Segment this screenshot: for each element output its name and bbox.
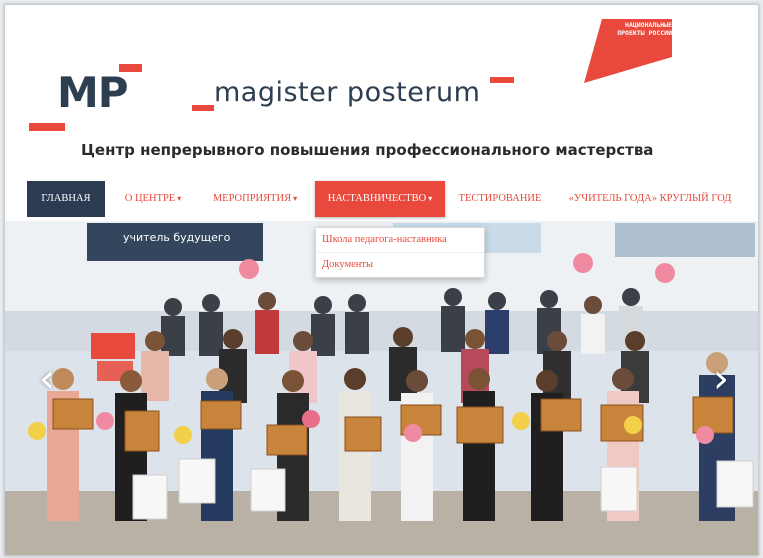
nav-item-label: О ЦЕНТРЕ (124, 193, 176, 204)
brand-wordmark: magister posterum (190, 73, 530, 119)
national-projects-logo[interactable]: НАЦИОНАЛЬНЫЕ ПРОЕКТЫ РОССИИ (580, 19, 676, 83)
mp-logo[interactable]: MP (27, 63, 147, 135)
nav-item-mentoring[interactable]: НАСТАВНИЧЕСТВО ▾ (315, 181, 445, 217)
chevron-down-icon: ▾ (293, 194, 298, 203)
brand-accent-left (192, 105, 214, 111)
main-nav: ГЛАВНАЯ О ЦЕНТРЕ ▾ МЕРОПРИЯТИЯ ▾ НАСТАВНИЧ… (5, 181, 758, 217)
logo-text: MP (57, 68, 129, 117)
nav-item-label: НАСТАВНИЧЕСТВО (327, 193, 427, 204)
nav-item-testing[interactable]: ТЕСТИРОВАНИЕ (455, 181, 545, 217)
site-tagline: Центр непрерывного повышения профессиона… (81, 141, 654, 159)
chevron-down-icon: ▾ (177, 194, 182, 203)
dropdown-item-documents[interactable]: Документы (316, 253, 484, 277)
chevron-down-icon: ▾ (428, 194, 433, 203)
nav-item-label: «УЧИТЕЛЬ ГОДА» КРУГЛЫЙ ГОД (568, 193, 732, 204)
nav-item-teacher-of-year[interactable]: «УЧИТЕЛЬ ГОДА» КРУГЛЫЙ ГОД (565, 181, 735, 217)
brand-accent-right (490, 77, 514, 83)
nav-item-label: МЕРОПРИЯТИЯ (212, 193, 292, 204)
nav-item-label: ТЕСТИРОВАНИЕ (458, 193, 542, 204)
brand-name: magister posterum (214, 77, 481, 108)
page-frame: MP magister posterum НАЦИОНАЛЬНЫЕ ПРОЕКТ… (4, 4, 759, 556)
mentoring-dropdown-menu: Школа педагога-наставника Документы (315, 227, 485, 278)
nav-item-about[interactable]: О ЦЕНТРЕ ▾ (113, 181, 193, 217)
logo-accent-bottom (29, 123, 65, 131)
dropdown-item-mentor-school[interactable]: Школа педагога-наставника (316, 228, 484, 253)
slider-next-arrow-icon[interactable]: › (707, 359, 735, 399)
nav-item-label: ГЛАВНАЯ (41, 193, 91, 204)
nav-item-events[interactable]: МЕРОПРИЯТИЯ ▾ (205, 181, 305, 217)
banner-text: учитель будущего (123, 231, 231, 244)
national-projects-text: НАЦИОНАЛЬНЫЕ ПРОЕКТЫ РОССИИ (617, 21, 672, 37)
nav-item-home[interactable]: ГЛАВНАЯ (27, 181, 105, 217)
slider-prev-arrow-icon[interactable]: ‹ (33, 359, 61, 399)
